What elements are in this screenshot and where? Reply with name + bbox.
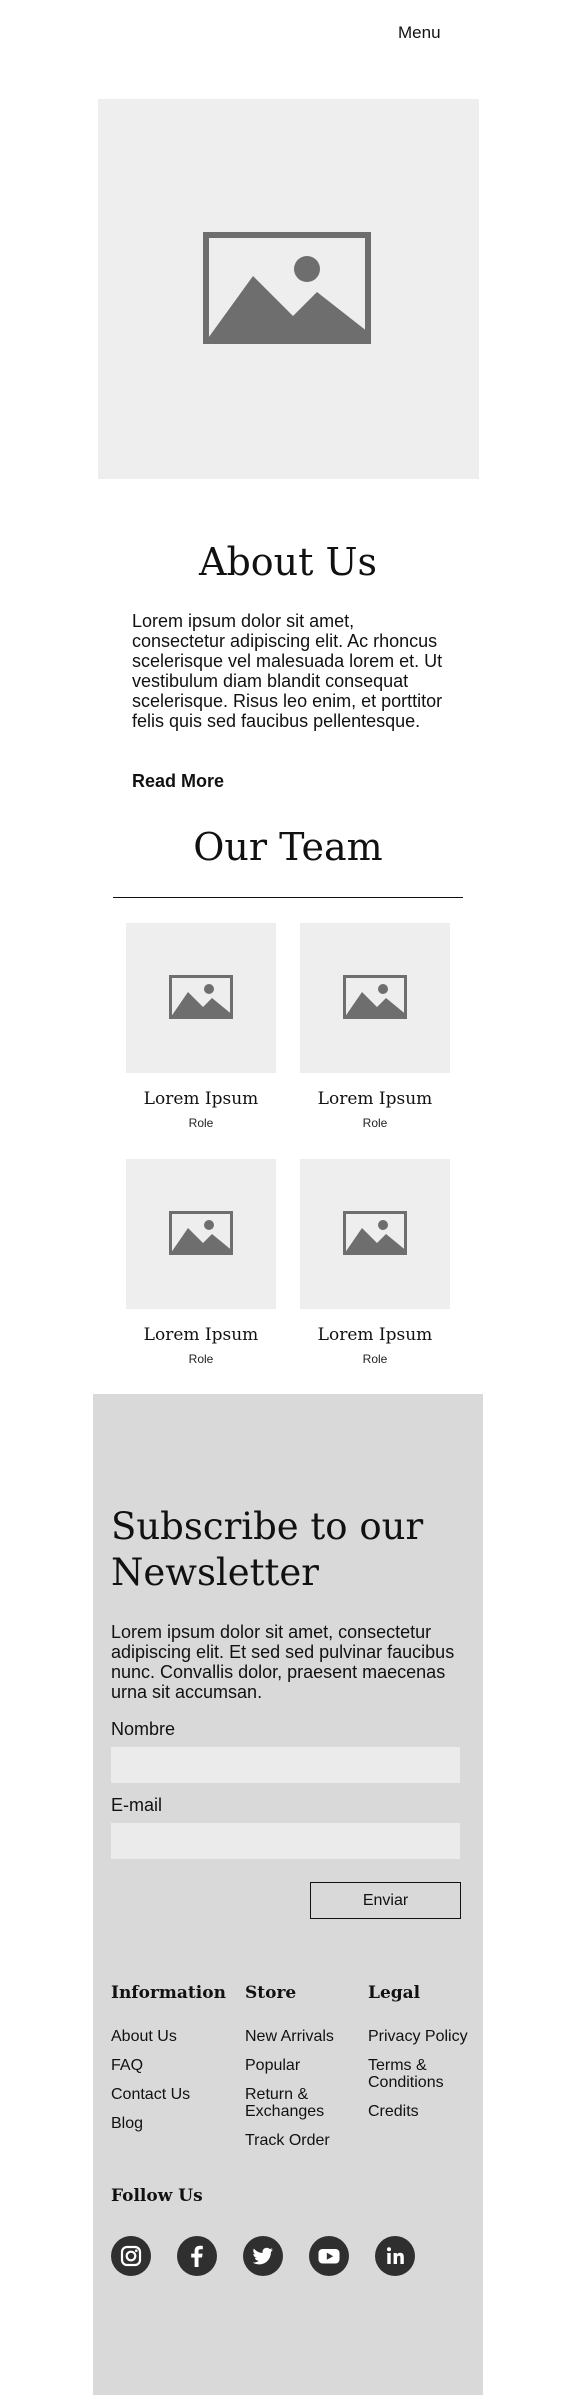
footer-link-privacy-policy[interactable]: Privacy Policy bbox=[368, 2028, 468, 2045]
footer-link-credits[interactable]: Credits bbox=[368, 2103, 419, 2120]
member-role: Role bbox=[362, 1352, 388, 1366]
footer-link-contact-us[interactable]: Contact Us bbox=[111, 2086, 190, 2103]
youtube-icon[interactable] bbox=[309, 2236, 349, 2276]
member-name: Lorem Ipsum bbox=[317, 1325, 433, 1345]
email-label: E-mail bbox=[111, 1795, 163, 1815]
linkedin-icon[interactable] bbox=[375, 2236, 415, 2276]
footer-link-terms-conditions[interactable]: Terms & Conditions bbox=[368, 2057, 468, 2091]
image-placeholder-icon bbox=[343, 1211, 407, 1255]
newsletter-title: Subscribe to our Newsletter bbox=[111, 1505, 424, 1594]
member-role: Role bbox=[188, 1116, 214, 1130]
team-divider bbox=[113, 897, 463, 898]
member-photo bbox=[300, 1159, 450, 1309]
member-photo bbox=[126, 1159, 276, 1309]
footer-link-faq[interactable]: FAQ bbox=[111, 2057, 143, 2074]
about-body: Lorem ipsum dolor sit amet, consectetur … bbox=[132, 611, 443, 731]
image-placeholder-icon bbox=[343, 975, 407, 1019]
image-placeholder-icon bbox=[169, 1211, 233, 1255]
member-role: Role bbox=[362, 1116, 388, 1130]
footer-column-title-information: Information bbox=[111, 1983, 226, 2003]
team-title: Our Team bbox=[193, 825, 383, 869]
footer-link-return-exchanges[interactable]: Return & Exchanges bbox=[245, 2086, 345, 2120]
image-placeholder-icon bbox=[169, 975, 233, 1019]
newsletter-body: Lorem ipsum dolor sit amet, consectetur … bbox=[111, 1622, 455, 1702]
twitter-icon[interactable] bbox=[243, 2236, 283, 2276]
member-name: Lorem Ipsum bbox=[143, 1325, 259, 1345]
name-field[interactable] bbox=[111, 1747, 460, 1783]
facebook-icon[interactable] bbox=[177, 2236, 217, 2276]
member-name: Lorem Ipsum bbox=[143, 1089, 259, 1109]
member-role: Role bbox=[188, 1352, 214, 1366]
about-title: About Us bbox=[199, 540, 377, 584]
submit-button[interactable]: Enviar bbox=[310, 1882, 461, 1919]
name-label: Nombre bbox=[111, 1719, 176, 1739]
footer-column-title-legal: Legal bbox=[368, 1983, 421, 2003]
menu-button[interactable]: Menu bbox=[398, 23, 441, 43]
footer-link-track-order[interactable]: Track Order bbox=[245, 2132, 330, 2149]
footer-link-blog[interactable]: Blog bbox=[111, 2115, 143, 2132]
follow-us-title: Follow Us bbox=[111, 2186, 203, 2206]
instagram-icon[interactable] bbox=[111, 2236, 151, 2276]
member-name: Lorem Ipsum bbox=[317, 1089, 433, 1109]
footer-column-title-store: Store bbox=[245, 1983, 297, 2003]
hero-image bbox=[98, 99, 479, 479]
footer-link-about-us[interactable]: About Us bbox=[111, 2028, 177, 2045]
read-more-link[interactable]: Read More bbox=[132, 771, 224, 792]
member-photo bbox=[126, 923, 276, 1073]
member-photo bbox=[300, 923, 450, 1073]
image-placeholder-icon bbox=[203, 232, 371, 344]
footer-link-new-arrivals[interactable]: New Arrivals bbox=[245, 2028, 334, 2045]
email-field[interactable] bbox=[111, 1823, 460, 1859]
footer-link-popular[interactable]: Popular bbox=[245, 2057, 300, 2074]
